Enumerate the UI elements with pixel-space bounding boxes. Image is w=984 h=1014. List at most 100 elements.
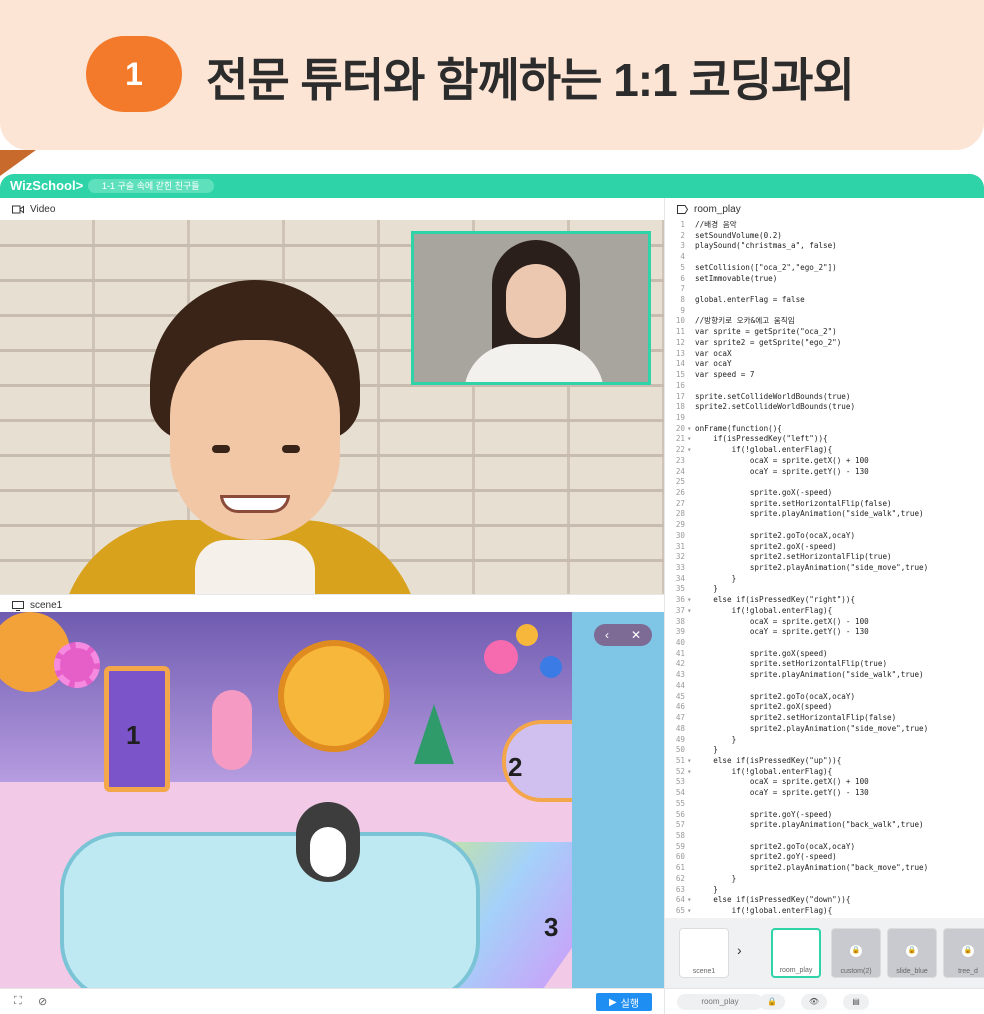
fold-arrow-icon[interactable] <box>687 402 695 413</box>
fold-arrow-icon[interactable] <box>687 542 695 553</box>
code-line[interactable]: 16 <box>665 381 984 392</box>
fold-arrow-icon[interactable]: ▾ <box>687 434 695 445</box>
fold-arrow-icon[interactable] <box>687 831 695 842</box>
code-line[interactable]: 27 sprite.setHorizontalFlip(false) <box>665 499 984 510</box>
eye-icon[interactable]: 👁 <box>801 994 827 1010</box>
fold-arrow-icon[interactable] <box>687 467 695 478</box>
code-line[interactable]: 12 var sprite2 = getSprite("ego_2") <box>665 338 984 349</box>
fold-arrow-icon[interactable] <box>687 327 695 338</box>
fold-arrow-icon[interactable] <box>687 584 695 595</box>
fold-arrow-icon[interactable] <box>687 670 695 681</box>
code-line[interactable]: 49 } <box>665 735 984 746</box>
scene-nav-pill[interactable]: ‹ ✕ <box>594 624 652 646</box>
fold-arrow-icon[interactable] <box>687 745 695 756</box>
scene-thumbnail[interactable]: scene1 <box>679 928 729 978</box>
code-line[interactable]: 64 ▾ else if(isPressedKey("down")){ <box>665 895 984 906</box>
fold-arrow-icon[interactable]: ▾ <box>687 906 695 917</box>
tutor-video-pip[interactable] <box>411 231 651 385</box>
code-line[interactable]: 63 } <box>665 885 984 896</box>
code-line[interactable]: 50 } <box>665 745 984 756</box>
chevron-right-icon[interactable]: › <box>737 942 742 958</box>
code-line[interactable]: 11 var sprite = getSprite("oca_2") <box>665 327 984 338</box>
fold-arrow-icon[interactable] <box>687 735 695 746</box>
code-line[interactable]: 31 sprite2.goX(-speed) <box>665 542 984 553</box>
fold-arrow-icon[interactable] <box>687 820 695 831</box>
code-line[interactable]: 47 sprite2.setHorizontalFlip(false) <box>665 713 984 724</box>
code-line[interactable]: 22 ▾ if(!global.enterFlag){ <box>665 445 984 456</box>
fullscreen-icon[interactable]: ⛶ <box>14 995 22 1008</box>
code-line[interactable]: 52 ▾ if(!global.enterFlag){ <box>665 767 984 778</box>
fold-arrow-icon[interactable]: ▾ <box>687 756 695 767</box>
fold-arrow-icon[interactable] <box>687 477 695 488</box>
fold-arrow-icon[interactable] <box>687 531 695 542</box>
code-line[interactable]: 65 ▾ if(!global.enterFlag){ <box>665 906 984 917</box>
code-line[interactable]: 9 <box>665 306 984 317</box>
code-line[interactable]: 38 ocaX = sprite.getX() - 100 <box>665 617 984 628</box>
code-line[interactable]: 61 sprite2.playAnimation("back_move",tru… <box>665 863 984 874</box>
code-line[interactable]: 57 sprite.playAnimation("back_walk",true… <box>665 820 984 831</box>
fold-arrow-icon[interactable] <box>687 306 695 317</box>
code-line[interactable]: 56 sprite.goY(-speed) <box>665 810 984 821</box>
run-button[interactable]: ▶ 실행 <box>596 993 652 1011</box>
fold-arrow-icon[interactable] <box>687 413 695 424</box>
code-line[interactable]: 44 <box>665 681 984 692</box>
fold-arrow-icon[interactable] <box>687 799 695 810</box>
code-line[interactable]: 13 var ocaX <box>665 349 984 360</box>
code-line[interactable]: 29 <box>665 520 984 531</box>
scene-thumbnail[interactable]: 🔒 slide_blue <box>887 928 937 978</box>
reset-icon[interactable]: ⊘ <box>38 995 47 1008</box>
fold-arrow-icon[interactable] <box>687 274 695 285</box>
code-line[interactable]: 60 sprite2.goY(-speed) <box>665 852 984 863</box>
fold-arrow-icon[interactable] <box>687 520 695 531</box>
code-line[interactable]: 30 sprite2.goTo(ocaX,ocaY) <box>665 531 984 542</box>
code-line[interactable]: 41 sprite.goX(speed) <box>665 649 984 660</box>
fold-arrow-icon[interactable] <box>687 359 695 370</box>
fold-arrow-icon[interactable] <box>687 563 695 574</box>
fold-arrow-icon[interactable] <box>687 777 695 788</box>
fold-arrow-icon[interactable] <box>687 349 695 360</box>
code-line[interactable]: 39 ocaY = sprite.getY() - 130 <box>665 627 984 638</box>
fold-arrow-icon[interactable] <box>687 842 695 853</box>
code-line[interactable]: 28 sprite.playAnimation("side_walk",true… <box>665 509 984 520</box>
code-line[interactable]: 1 //배경 음악 <box>665 220 984 231</box>
code-line[interactable]: 35 } <box>665 584 984 595</box>
code-editor[interactable]: 1 //배경 음악 2 setSoundVolume(0.2) 3 playSound("… <box>665 220 984 918</box>
code-line[interactable]: 24 ocaY = sprite.getY() - 130 <box>665 467 984 478</box>
code-line[interactable]: 5 setCollision(["oca_2","ego_2"]) <box>665 263 984 274</box>
fold-arrow-icon[interactable] <box>687 702 695 713</box>
fold-arrow-icon[interactable] <box>687 713 695 724</box>
fold-arrow-icon[interactable]: ▾ <box>687 767 695 778</box>
fold-arrow-icon[interactable] <box>687 852 695 863</box>
fold-arrow-icon[interactable] <box>687 681 695 692</box>
fold-arrow-icon[interactable] <box>687 316 695 327</box>
code-line[interactable]: 54 ocaY = sprite.getY() - 130 <box>665 788 984 799</box>
scene-thumbnail[interactable]: 🔒 custom(2) <box>831 928 881 978</box>
code-line[interactable]: 32 sprite2.setHorizontalFlip(true) <box>665 552 984 563</box>
fold-arrow-icon[interactable]: ▾ <box>687 606 695 617</box>
code-line[interactable]: 15 var speed = 7 <box>665 370 984 381</box>
fold-arrow-icon[interactable] <box>687 874 695 885</box>
scene-thumbnail[interactable]: 🔒 tree_d <box>943 928 984 978</box>
fold-arrow-icon[interactable] <box>687 863 695 874</box>
code-line[interactable]: 3 playSound("christmas_a", false) <box>665 241 984 252</box>
close-icon[interactable]: ✕ <box>631 628 641 642</box>
code-line[interactable]: 58 <box>665 831 984 842</box>
code-line[interactable]: 21 ▾ if(isPressedKey("left")){ <box>665 434 984 445</box>
code-line[interactable]: 62 } <box>665 874 984 885</box>
fold-arrow-icon[interactable] <box>687 659 695 670</box>
fold-arrow-icon[interactable] <box>687 552 695 563</box>
code-line[interactable]: 48 sprite2.playAnimation("side_move",tru… <box>665 724 984 735</box>
fold-arrow-icon[interactable] <box>687 509 695 520</box>
code-line[interactable]: 8 global.enterFlag = false <box>665 295 984 306</box>
fold-arrow-icon[interactable] <box>687 252 695 263</box>
wizschool-logo[interactable]: WizSchool> <box>10 178 83 193</box>
fold-arrow-icon[interactable] <box>687 788 695 799</box>
code-line[interactable]: 19 <box>665 413 984 424</box>
fold-arrow-icon[interactable] <box>687 885 695 896</box>
fold-arrow-icon[interactable] <box>687 381 695 392</box>
game-scene-canvas[interactable]: 1 2 3 ‹ ✕ <box>0 612 664 988</box>
fold-arrow-icon[interactable] <box>687 456 695 467</box>
fold-arrow-icon[interactable] <box>687 499 695 510</box>
fold-arrow-icon[interactable] <box>687 692 695 703</box>
fold-arrow-icon[interactable] <box>687 649 695 660</box>
